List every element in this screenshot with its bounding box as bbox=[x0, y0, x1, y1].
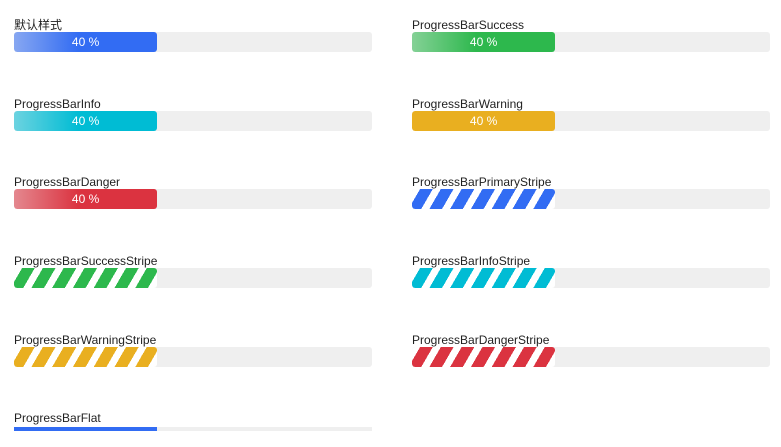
progress-flat: ProgressBarFlat bbox=[14, 411, 372, 431]
progress-danger-stripe-fill bbox=[412, 347, 556, 367]
progress-success-value: 40 % bbox=[469, 35, 498, 49]
progress-success-stripe: ProgressBarSuccessStripe bbox=[14, 254, 372, 288]
progress-warning-value: 40 % bbox=[469, 114, 498, 128]
progress-info-stripe: ProgressBarInfoStripe bbox=[412, 254, 770, 288]
progress-flat-fill bbox=[14, 427, 158, 431]
progress-flat-label: ProgressBarFlat bbox=[14, 411, 101, 425]
progress-success-stripe-label: ProgressBarSuccessStripe bbox=[14, 254, 158, 268]
progress-primary-stripe: ProgressBarPrimaryStripe bbox=[412, 175, 770, 209]
progress-success-fill: 40 % bbox=[412, 32, 556, 52]
progress-primary-stripe-fill bbox=[412, 189, 556, 209]
progress-default-track: 40 % bbox=[14, 32, 372, 52]
progress-success-stripe-fill bbox=[14, 268, 158, 288]
progress-primary-stripe-label: ProgressBarPrimaryStripe bbox=[412, 175, 552, 189]
progress-default-value: 40 % bbox=[71, 35, 100, 49]
progress-danger-stripe: ProgressBarDangerStripe bbox=[412, 333, 770, 367]
progress-warning-stripe: ProgressBarWarningStripe bbox=[14, 333, 372, 367]
progress-info-stripe-fill bbox=[412, 268, 556, 288]
progress-default: 默认样式 40 % bbox=[14, 18, 372, 52]
progress-info-track: 40 % bbox=[14, 111, 372, 131]
progress-primary-stripe-track bbox=[412, 189, 770, 209]
progress-info: ProgressBarInfo 40 % bbox=[14, 97, 372, 131]
progress-info-label: ProgressBarInfo bbox=[14, 97, 101, 111]
progress-danger-label: ProgressBarDanger bbox=[14, 175, 121, 189]
progress-danger-track: 40 % bbox=[14, 189, 372, 209]
progress-success: ProgressBarSuccess 40 % bbox=[412, 18, 770, 52]
progress-info-stripe-track bbox=[412, 268, 770, 288]
progress-success-track: 40 % bbox=[412, 32, 770, 52]
progress-warning-stripe-fill bbox=[14, 347, 158, 367]
progress-danger-value: 40 % bbox=[71, 192, 100, 206]
progress-danger-stripe-track bbox=[412, 347, 770, 367]
progress-flat-track bbox=[14, 427, 372, 431]
progress-danger-fill: 40 % bbox=[14, 189, 158, 209]
progress-default-fill: 40 % bbox=[14, 32, 158, 52]
progress-default-label: 默认样式 bbox=[14, 18, 63, 32]
progress-info-stripe-label: ProgressBarInfoStripe bbox=[412, 254, 531, 268]
progress-success-stripe-track bbox=[14, 268, 372, 288]
progress-warning-stripe-track bbox=[14, 347, 372, 367]
progress-info-fill: 40 % bbox=[14, 111, 158, 131]
progress-warning: ProgressBarWarning 40 % bbox=[412, 97, 770, 131]
progress-warning-fill: 40 % bbox=[412, 111, 556, 131]
progress-danger-stripe-label: ProgressBarDangerStripe bbox=[412, 333, 550, 347]
progress-warning-label: ProgressBarWarning bbox=[412, 97, 523, 111]
progress-danger: ProgressBarDanger 40 % bbox=[14, 175, 372, 209]
progress-success-label: ProgressBarSuccess bbox=[412, 18, 525, 32]
progress-warning-track: 40 % bbox=[412, 111, 770, 131]
progress-warning-stripe-label: ProgressBarWarningStripe bbox=[14, 333, 157, 347]
progress-info-value: 40 % bbox=[71, 114, 100, 128]
